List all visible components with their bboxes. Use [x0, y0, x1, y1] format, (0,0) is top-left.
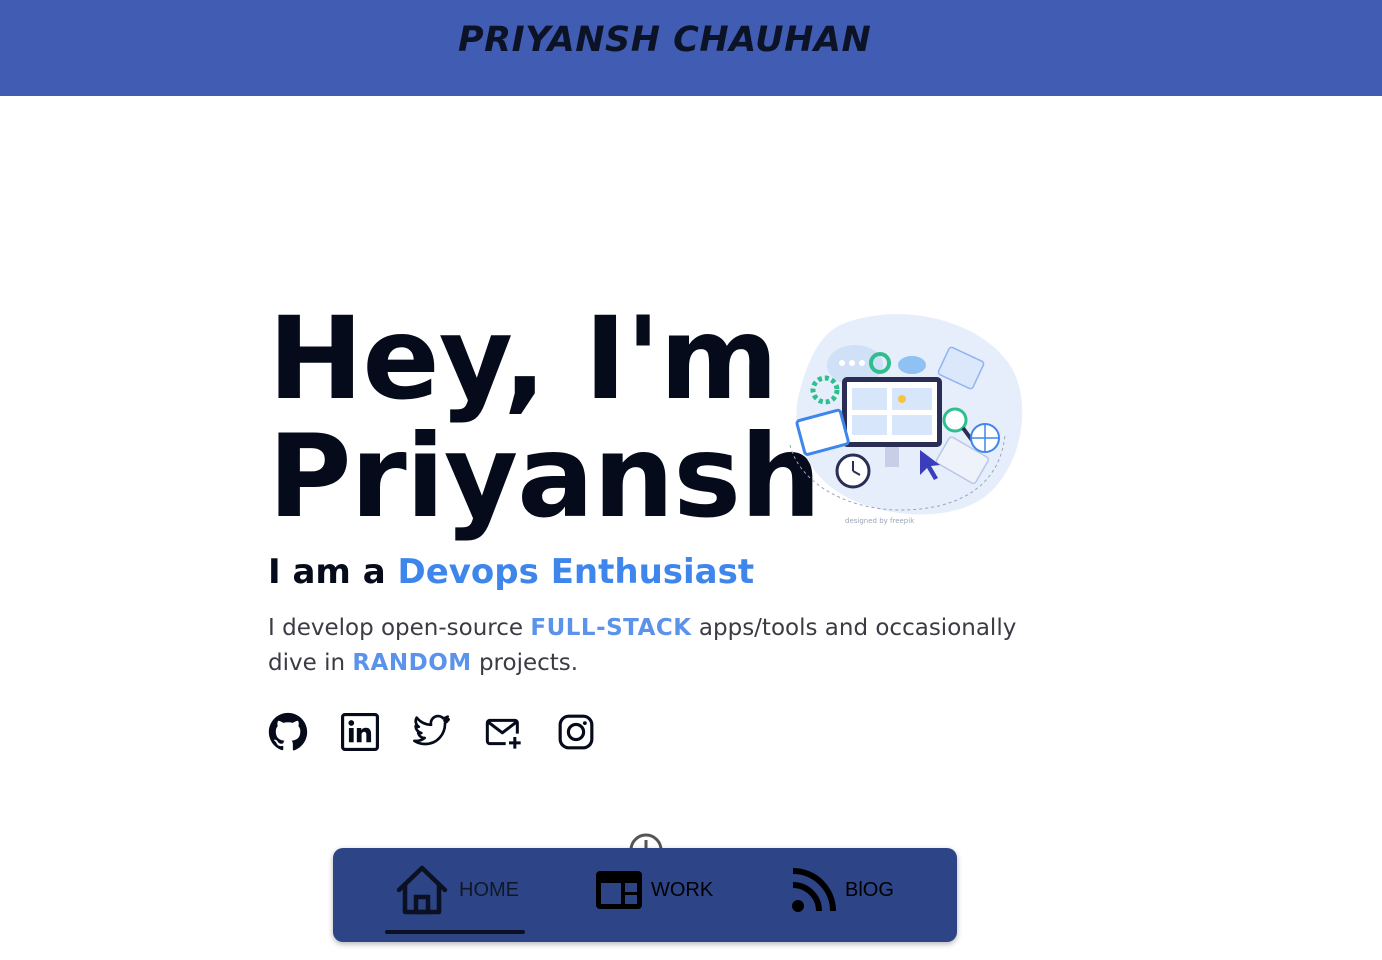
- nav-home[interactable]: HOME: [393, 862, 519, 918]
- bio-highlight-fullstack: FULL-STACK: [530, 615, 692, 641]
- hero-bio: I develop open-source FULL-STACK apps/to…: [268, 611, 1028, 681]
- nav-work[interactable]: WORK: [595, 862, 713, 918]
- web-layout-icon: [596, 871, 642, 909]
- rss-icon: [792, 868, 836, 912]
- mail-plus-icon[interactable]: [484, 712, 524, 752]
- instagram-icon[interactable]: [556, 712, 596, 752]
- github-icon[interactable]: [268, 712, 308, 752]
- twitter-icon[interactable]: [412, 712, 452, 752]
- hero-illustration: designed by freepik: [780, 305, 1030, 540]
- nav-blog-label: BlOG: [845, 878, 894, 901]
- subtitle-prefix: I am a: [268, 552, 398, 592]
- bio-part1: I develop open-source: [268, 615, 531, 641]
- active-tab-indicator: [385, 930, 525, 934]
- subtitle-role: Devops Enthusiast: [397, 552, 755, 592]
- social-links: [268, 712, 596, 752]
- hero-subtitle: I am a Devops Enthusiast: [268, 552, 754, 592]
- nav-blog[interactable]: BlOG: [791, 862, 894, 918]
- bio-highlight-random: RANDOM: [352, 650, 472, 676]
- top-header-bar: PRIYANSH CHAUHAN: [0, 0, 1382, 96]
- linkedin-icon[interactable]: [340, 712, 380, 752]
- illustration-credit: designed by freepik: [845, 517, 915, 525]
- hero-heading-line1: Hey, I'm: [268, 292, 778, 425]
- nav-home-label: HOME: [459, 878, 519, 901]
- bottom-navigation: HOME WORK BlOG: [333, 848, 957, 942]
- nav-work-label: WORK: [651, 878, 714, 901]
- home-icon: [396, 865, 448, 915]
- hero-heading-line2: Priyansh: [268, 410, 821, 543]
- site-title[interactable]: PRIYANSH CHAUHAN: [458, 20, 871, 60]
- bio-part3: projects.: [471, 650, 579, 676]
